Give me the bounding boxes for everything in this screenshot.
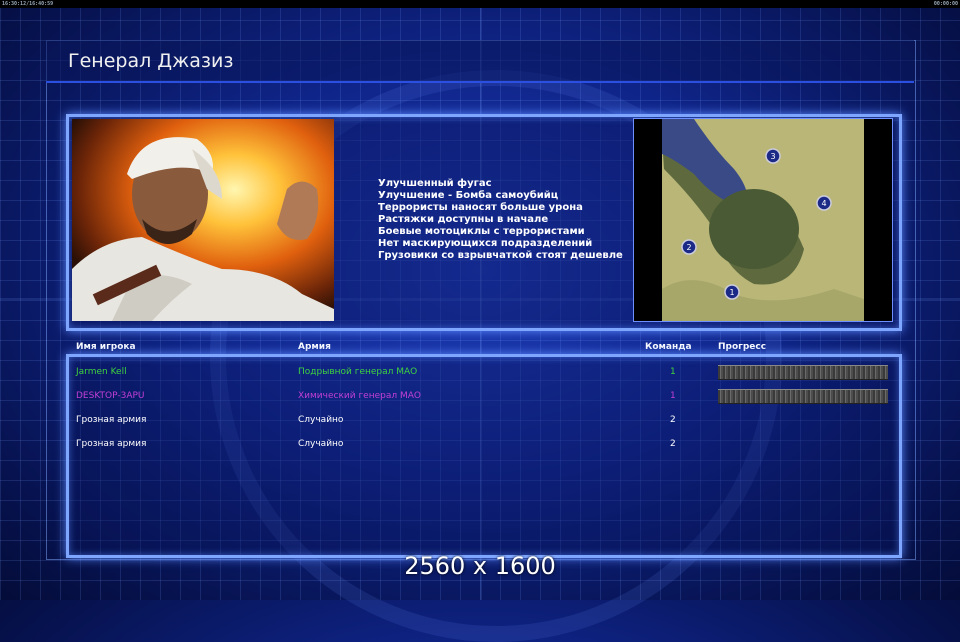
players-panel: [66, 354, 902, 558]
header-player-name: Имя игрока: [76, 342, 136, 352]
bonus-item: Улучшенный фугас: [378, 178, 492, 189]
status-bar: 16:30:12/16:40:59 00:00:00: [0, 0, 960, 8]
general-portrait: [72, 119, 334, 321]
start-label: 1: [729, 288, 734, 297]
bonus-item: Грузовики со взрывчаткой стоят дешевле: [378, 250, 623, 261]
header-progress: Прогресс: [718, 342, 767, 352]
player-team: 2: [670, 415, 676, 425]
player-team: 1: [670, 391, 676, 401]
bonus-item: Боевые мотоциклы с террористами: [378, 226, 585, 237]
start-position[interactable]: 4: [816, 195, 832, 211]
progress-bar: [718, 365, 888, 380]
player-army: Случайно: [298, 439, 344, 449]
player-army: Случайно: [298, 415, 344, 425]
start-label: 4: [821, 199, 826, 208]
start-label: 3: [770, 152, 775, 161]
player-army: Подрывной генерал МАО: [298, 367, 418, 377]
player-team: 2: [670, 439, 676, 449]
start-position[interactable]: 1: [724, 284, 740, 300]
start-position[interactable]: 2: [681, 239, 697, 255]
page-title: Генерал Джазиз: [68, 50, 234, 72]
minimap: 1 2 3 4: [633, 118, 893, 322]
general-bonus-list: Улучшенный фугас Улучшение - Бомба самоу…: [378, 178, 623, 262]
start-label: 2: [686, 243, 691, 252]
progress-bar: [718, 389, 888, 404]
player-team: 1: [670, 367, 676, 377]
header-team: Команда: [645, 342, 692, 352]
bonus-item: Террористы наносят больше урона: [378, 202, 583, 213]
header-army: Армия: [298, 342, 331, 352]
player-name: Грозная армия: [76, 439, 147, 449]
player-name: Jarmen Kell: [76, 367, 127, 377]
resolution-watermark: 2560 x 1600: [404, 552, 556, 580]
player-army: Химический генерал МАО: [298, 391, 421, 401]
status-time-left: 16:30:12/16:40:59: [2, 1, 54, 7]
player-name: Грозная армия: [76, 415, 147, 425]
bonus-item: Улучшение - Бомба самоубийц: [378, 190, 559, 201]
bonus-item: Нет маскирующихся подразделений: [378, 238, 593, 249]
status-time-right: 00:00:00: [933, 1, 958, 7]
bonus-item: Растяжки доступны в начале: [378, 214, 549, 225]
start-position[interactable]: 3: [765, 148, 781, 164]
player-name: DESKTOP-3APU: [76, 391, 145, 401]
